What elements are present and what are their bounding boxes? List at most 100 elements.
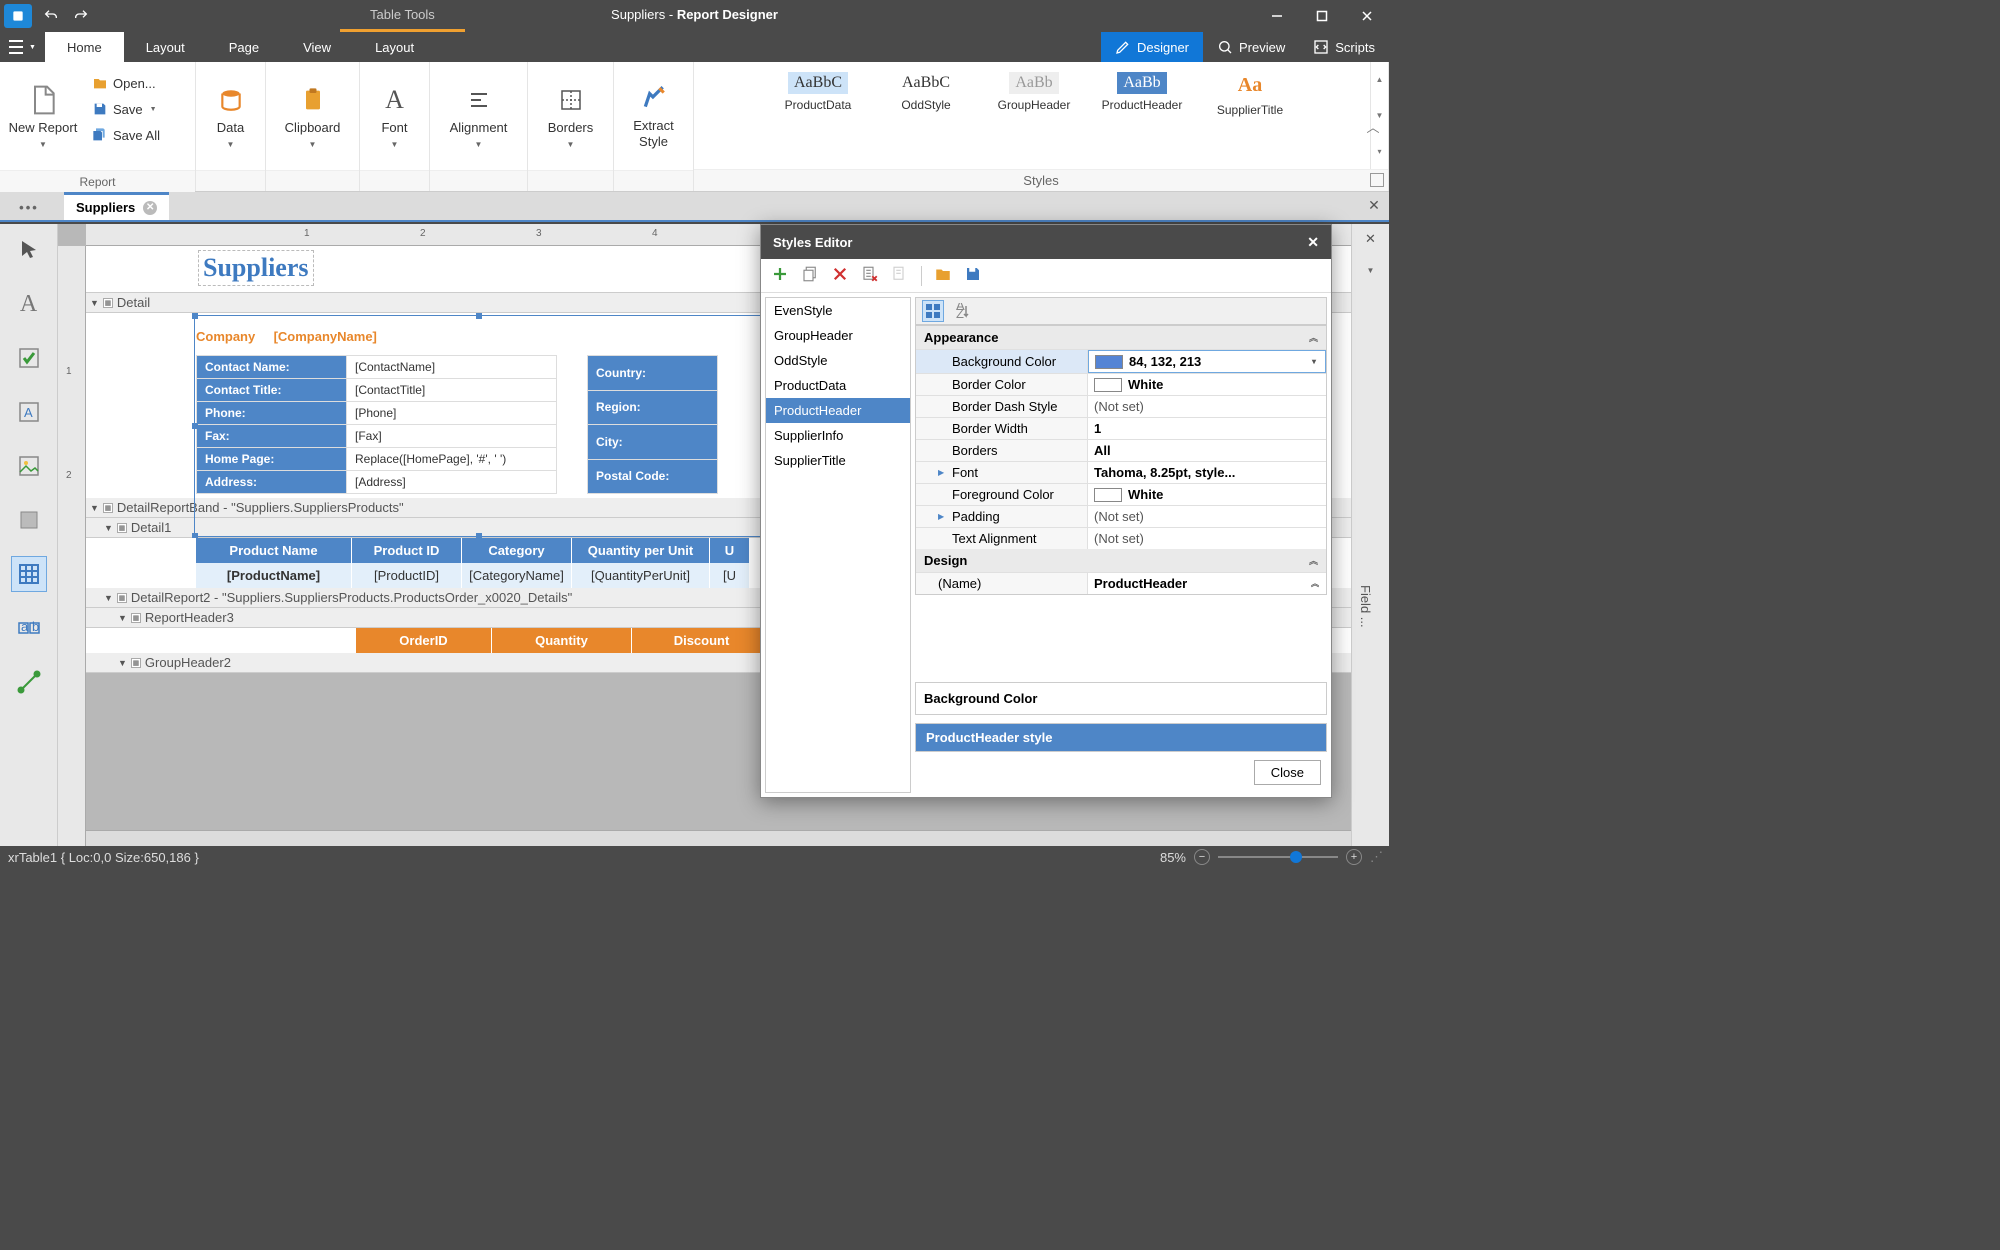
app-menu-button[interactable]: ▼ — [0, 32, 45, 62]
prop-font[interactable]: ▶FontTahoma, 8.25pt, style... — [916, 461, 1326, 483]
alignment-button[interactable]: Alignment▼ — [430, 62, 527, 170]
prop-name[interactable]: (Name)ProductHeader︽ — [916, 572, 1326, 594]
prop-background-color[interactable]: Background Color84, 132, 213▾ — [916, 349, 1326, 373]
category-design[interactable]: Design︽ — [916, 549, 1326, 572]
document-tab-strip: ••• Suppliers✕ ✕ — [0, 192, 1389, 222]
maximize-button[interactable] — [1299, 0, 1344, 32]
style-card-ProductData[interactable]: AaBbCProductData — [764, 66, 872, 123]
style-card-ProductHeader[interactable]: AaBbProductHeader — [1088, 66, 1196, 123]
group-styles-caption: Styles — [694, 169, 1388, 191]
title-bar: Suppliers - Report Designer — [0, 0, 1389, 32]
tool-table[interactable] — [11, 556, 47, 592]
tool-richtext[interactable]: A — [11, 394, 47, 430]
tool-picture[interactable] — [11, 448, 47, 484]
undo-button[interactable] — [36, 0, 66, 32]
clipboard-button[interactable]: Clipboard▼ — [266, 62, 359, 170]
prop-text-alignment[interactable]: Text Alignment(Not set) — [916, 527, 1326, 549]
prop-borders[interactable]: BordersAll — [916, 439, 1326, 461]
contextual-tab-tabletools[interactable]: Table Tools — [340, 0, 465, 32]
delete-style-icon[interactable] — [831, 265, 849, 286]
prop-padding[interactable]: ▶Padding(Not set) — [916, 505, 1326, 527]
prop-foreground-color[interactable]: Foreground ColorWhite — [916, 483, 1326, 505]
close-doc-icon[interactable]: ✕ — [143, 201, 157, 215]
save-styles-icon[interactable] — [964, 265, 982, 286]
tool-checkbox[interactable] — [11, 340, 47, 376]
style-item-ProductHeader[interactable]: ProductHeader — [766, 398, 910, 423]
styles-editor-title[interactable]: Styles Editor✕ — [761, 225, 1331, 259]
tab-view[interactable]: View — [281, 32, 353, 62]
tool-line[interactable] — [11, 664, 47, 700]
zoom-in-button[interactable]: + — [1346, 849, 1362, 865]
new-report-button[interactable]: New Report▼ — [0, 62, 86, 170]
add-style-icon[interactable] — [771, 265, 789, 286]
minimize-button[interactable] — [1254, 0, 1299, 32]
style-item-SupplierInfo[interactable]: SupplierInfo — [766, 423, 910, 448]
company-label[interactable]: Company [CompanyName] — [196, 321, 377, 346]
style-item-GroupHeader[interactable]: GroupHeader — [766, 323, 910, 348]
tool-panel[interactable] — [11, 502, 47, 538]
alphabetical-icon[interactable]: AZ — [952, 300, 974, 322]
close-button[interactable] — [1344, 0, 1389, 32]
style-item-ProductData[interactable]: ProductData — [766, 373, 910, 398]
selection-info: xrTable1 { Loc:0,0 Size:650,186 } — [8, 850, 199, 865]
borders-button[interactable]: Borders▼ — [528, 62, 613, 170]
zoom-slider[interactable] — [1218, 856, 1338, 858]
tool-pointer[interactable] — [11, 232, 47, 268]
tool-character-comb[interactable]: ab — [11, 610, 47, 646]
tool-label[interactable]: A — [11, 286, 47, 322]
style-item-OddStyle[interactable]: OddStyle — [766, 348, 910, 373]
doc-tab-close-right[interactable]: ✕ — [1359, 190, 1389, 220]
property-grid-toolbar: AZ — [915, 297, 1327, 325]
font-button[interactable]: AFont▼ — [360, 62, 429, 170]
tab-home[interactable]: Home — [45, 32, 124, 62]
supplier-fields-right[interactable]: Country:Region:City:Postal Code: — [587, 355, 718, 494]
resize-grip-icon[interactable]: ⋰ — [1370, 849, 1381, 865]
save-all-button[interactable]: Save All — [86, 122, 166, 148]
remove-style-icon[interactable] — [861, 265, 879, 286]
svg-text:A: A — [24, 405, 33, 420]
tab-layout[interactable]: Layout — [124, 32, 207, 62]
extract-style-button[interactable]: Extract Style — [614, 62, 693, 170]
open-button[interactable]: Open... — [86, 70, 166, 96]
style-summary: ProductHeader style — [915, 723, 1327, 752]
style-item-SupplierTitle[interactable]: SupplierTitle — [766, 448, 910, 473]
tab-layout-ctx[interactable]: Layout — [353, 32, 436, 62]
svg-text:a: a — [21, 619, 29, 634]
redo-button[interactable] — [66, 0, 96, 32]
mode-designer[interactable]: Designer — [1101, 32, 1203, 62]
style-card-SupplierTitle[interactable]: AaSupplierTitle — [1196, 66, 1304, 123]
data-button[interactable]: Data▼ — [196, 62, 265, 170]
prop-border-color[interactable]: Border ColorWhite — [916, 373, 1326, 395]
field-list-tab[interactable]: Field ... — [1352, 575, 1379, 638]
window-title: Suppliers - Report Designer — [0, 7, 1389, 22]
open-styles-icon[interactable] — [934, 265, 952, 286]
prop-border-width[interactable]: Border Width1 — [916, 417, 1326, 439]
styles-editor-dialog: Styles Editor✕ EvenStyleGroupHeaderOddSt… — [760, 224, 1332, 798]
right-panel-collapsed[interactable]: ✕ ▼ Field ... — [1351, 224, 1389, 846]
report-title-label[interactable]: Suppliers — [198, 250, 314, 286]
doc-tab-suppliers[interactable]: Suppliers✕ — [64, 192, 169, 220]
scrollbar-horizontal[interactable] — [86, 830, 1389, 846]
app-icon — [4, 4, 32, 28]
prop-border-dash-style[interactable]: Border Dash Style(Not set) — [916, 395, 1326, 417]
tab-page[interactable]: Page — [207, 32, 281, 62]
style-list[interactable]: EvenStyleGroupHeaderOddStyleProductDataP… — [765, 297, 911, 793]
style-item-EvenStyle[interactable]: EvenStyle — [766, 298, 910, 323]
mode-scripts[interactable]: Scripts — [1299, 32, 1389, 62]
category-appearance[interactable]: Appearance︽ — [916, 326, 1326, 349]
property-grid[interactable]: Appearance︽ Background Color84, 132, 213… — [915, 325, 1327, 595]
style-card-GroupHeader[interactable]: AaBbGroupHeader — [980, 66, 1088, 123]
supplier-fields-left[interactable]: Contact Name:[ContactName]Contact Title:… — [196, 355, 557, 494]
right-panel-close-icon[interactable]: ✕ — [1352, 224, 1389, 254]
style-card-OddStyle[interactable]: AaBbCOddStyle — [872, 66, 980, 123]
mode-preview[interactable]: Preview — [1203, 32, 1299, 62]
categorized-icon[interactable] — [922, 300, 944, 322]
ribbon-collapse-button[interactable]: ︿ — [1363, 62, 1383, 191]
styles-gallery[interactable]: AaBbCProductDataAaBbCOddStyleAaBbGroupHe… — [694, 62, 1388, 169]
copy-style-icon[interactable] — [801, 265, 819, 286]
close-button-dialog[interactable]: Close — [1254, 760, 1321, 785]
doc-menu-button[interactable]: ••• — [4, 192, 54, 222]
styles-editor-close-icon[interactable]: ✕ — [1307, 234, 1319, 251]
save-button[interactable]: Save▼ — [86, 96, 166, 122]
zoom-out-button[interactable]: − — [1194, 849, 1210, 865]
